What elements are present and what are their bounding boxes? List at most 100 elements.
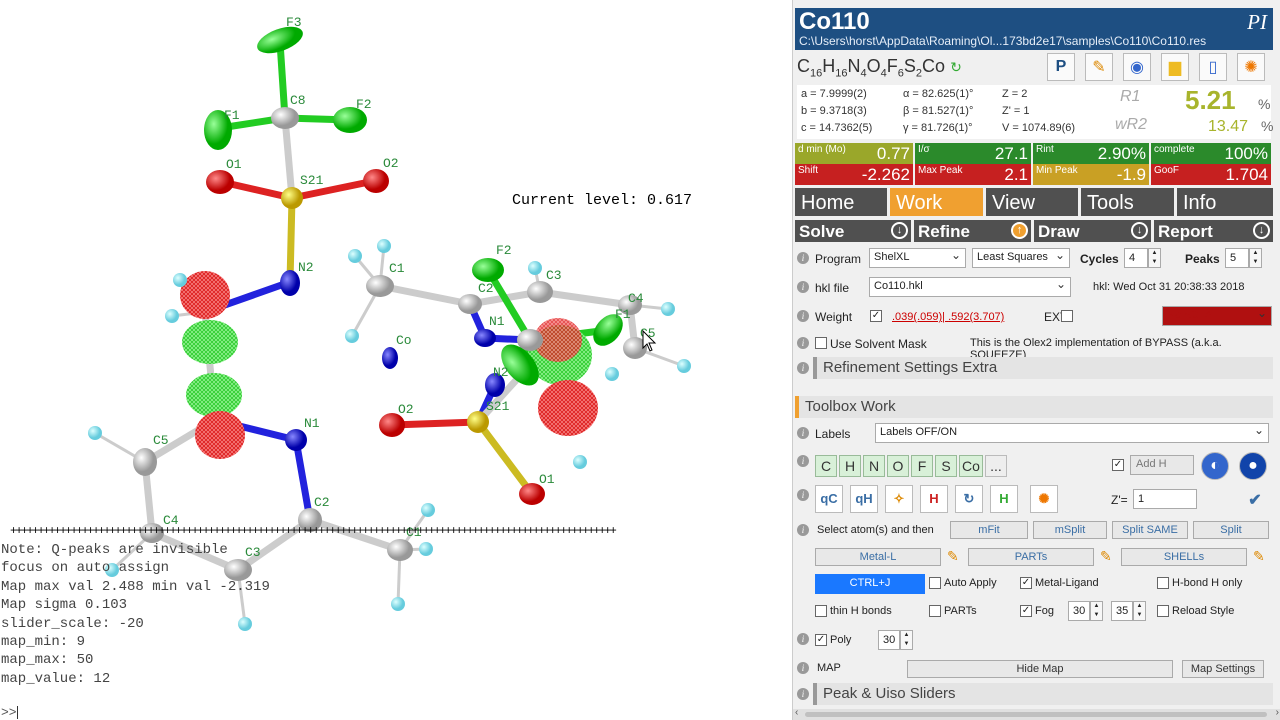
peaks-stepper[interactable]: 5 ▲ ▼ bbox=[1225, 248, 1262, 268]
settings-icon[interactable]: ✺ bbox=[1237, 53, 1265, 81]
pton-icon[interactable]: P bbox=[1047, 53, 1075, 81]
molecule-viewer[interactable]: F3 F1 C8 F2 O1 O2 S21 N2 C5 N1 C4 C3 C2 … bbox=[0, 0, 792, 720]
info-icon[interactable]: i bbox=[797, 455, 809, 467]
reload-style-checkbox[interactable] bbox=[1157, 605, 1169, 617]
info-icon[interactable]: i bbox=[797, 662, 809, 674]
tab-work[interactable]: Work bbox=[890, 188, 983, 216]
q-to-h-icon[interactable]: qH bbox=[850, 485, 878, 513]
solvent-mask-label: Use Solvent Mask bbox=[830, 337, 927, 351]
refinement-extra-header[interactable]: Refinement Settings Extra bbox=[813, 357, 1273, 379]
fog-start-stepper[interactable]: 30 ▲ ▼ bbox=[1068, 601, 1103, 621]
horizontal-scrollbar[interactable]: ‹ › bbox=[793, 707, 1280, 720]
hfix-icon[interactable]: H bbox=[990, 485, 1018, 513]
metal-ligand-checkbox[interactable]: ✓ bbox=[1020, 577, 1032, 589]
command-prompt[interactable]: >> bbox=[1, 705, 18, 720]
settings-icon[interactable]: ✺ bbox=[1030, 485, 1058, 513]
program-select[interactable]: ShelXL bbox=[869, 248, 966, 268]
poly-checkbox[interactable]: ✓ bbox=[815, 634, 827, 646]
add-h-checkbox[interactable]: ✓ bbox=[1112, 459, 1124, 471]
split-button[interactable]: Split bbox=[1193, 521, 1269, 539]
add-h-button[interactable]: Add H bbox=[1130, 455, 1194, 475]
msplit-button[interactable]: mSplit bbox=[1033, 521, 1107, 539]
tab-home[interactable]: Home bbox=[795, 188, 887, 216]
clean-icon[interactable]: ✧ bbox=[885, 485, 913, 513]
exti-checkbox[interactable] bbox=[1061, 310, 1073, 322]
info-icon[interactable]: i bbox=[797, 524, 809, 536]
info-icon[interactable]: i bbox=[797, 362, 809, 374]
subtab-refine[interactable]: Refine ↑ bbox=[914, 220, 1031, 242]
tab-info[interactable]: Info bbox=[1177, 188, 1273, 216]
q-to-c-icon[interactable]: qC bbox=[815, 485, 843, 513]
folder-icon[interactable]: ▆ bbox=[1161, 53, 1189, 81]
split-same-button[interactable]: Split SAME bbox=[1112, 521, 1188, 539]
element-button[interactable]: F bbox=[911, 455, 933, 477]
shells-button[interactable]: SHELLs bbox=[1121, 548, 1247, 566]
weight-checkbox[interactable]: ✓ bbox=[870, 310, 882, 322]
r1-value: 5.21 bbox=[1185, 85, 1236, 115]
pencil-icon[interactable]: ✎ bbox=[1100, 548, 1112, 565]
info-icon[interactable]: i bbox=[797, 310, 809, 322]
toolbox-header[interactable]: Toolbox Work bbox=[795, 396, 1273, 418]
pencil-icon[interactable]: ✎ bbox=[1253, 548, 1265, 565]
acta-select[interactable]: No ACTA bbox=[1162, 306, 1272, 326]
pencil-icon[interactable]: ✎ bbox=[1085, 53, 1113, 81]
fog-end-stepper[interactable]: 35 ▲ ▼ bbox=[1111, 601, 1146, 621]
wireframe-sphere-icon[interactable]: ◐ bbox=[1201, 452, 1229, 480]
element-button[interactable]: N bbox=[863, 455, 885, 477]
peak-uiso-sliders-header[interactable]: Peak & Uiso Sliders bbox=[813, 683, 1273, 705]
info-icon[interactable]: i bbox=[797, 427, 809, 439]
pencil-icon[interactable]: ✎ bbox=[947, 548, 959, 565]
element-button[interactable]: S bbox=[935, 455, 957, 477]
parts-button[interactable]: PARTs bbox=[968, 548, 1094, 566]
poly-stepper[interactable]: 30 ▲ ▼ bbox=[878, 630, 913, 650]
weight-values[interactable]: .039(.059)| .592(3.707) bbox=[892, 311, 1004, 323]
element-button[interactable]: Co bbox=[959, 455, 983, 477]
fog-checkbox[interactable]: ✓ bbox=[1020, 605, 1032, 617]
parts-checkbox[interactable] bbox=[929, 605, 941, 617]
thin-h-bonds-checkbox[interactable] bbox=[815, 605, 827, 617]
hide-map-button[interactable]: Hide Map bbox=[907, 660, 1173, 678]
console-line: Map max val 2.488 min val -2.319 bbox=[1, 578, 270, 595]
subtab-draw[interactable]: Draw ↓ bbox=[1034, 220, 1151, 242]
element-button[interactable]: C bbox=[815, 455, 837, 477]
metal-l-button[interactable]: Metal-L bbox=[815, 548, 941, 566]
refresh-icon[interactable]: ↻ bbox=[950, 59, 962, 75]
info-icon[interactable]: i bbox=[797, 688, 809, 700]
console-line: Map sigma 0.103 bbox=[1, 597, 128, 614]
more-elements-button[interactable]: ... bbox=[985, 455, 1007, 477]
mfit-button[interactable]: mFit bbox=[950, 521, 1028, 539]
map-settings-button[interactable]: Map Settings bbox=[1182, 660, 1264, 678]
ok-icon[interactable]: ✔ bbox=[1241, 486, 1269, 514]
info-icon[interactable]: i bbox=[797, 281, 809, 293]
file-path[interactable]: C:\Users\horst\AppData\Roaming\Ol...173b… bbox=[799, 34, 1206, 48]
h-bond-h-checkbox[interactable] bbox=[1157, 577, 1169, 589]
method-select[interactable]: Least Squares bbox=[972, 248, 1070, 268]
draw-globe-icon[interactable]: ◉ bbox=[1123, 53, 1151, 81]
sphere-icon[interactable]: ● bbox=[1239, 452, 1267, 480]
tab-tools[interactable]: Tools bbox=[1081, 188, 1174, 216]
atom-label: N1 bbox=[489, 314, 505, 329]
solvent-mask-checkbox[interactable] bbox=[815, 337, 827, 349]
zprime-input[interactable]: 1 bbox=[1133, 489, 1197, 509]
hkl-file-select[interactable]: Co110.hkl bbox=[869, 277, 1071, 297]
console-line: focus on auto assign bbox=[1, 560, 170, 577]
info-icon[interactable]: i bbox=[797, 633, 809, 645]
subtab-report[interactable]: Report ↓ bbox=[1154, 220, 1273, 242]
scrollbar-thumb[interactable] bbox=[805, 712, 1267, 717]
info-icon[interactable]: i bbox=[797, 252, 809, 264]
subtab-solve[interactable]: Solve ↓ bbox=[795, 220, 911, 242]
notepad-icon[interactable]: ▯ bbox=[1199, 53, 1227, 81]
element-button[interactable]: H bbox=[839, 455, 861, 477]
labels-select[interactable]: Labels OFF/ON bbox=[875, 423, 1269, 443]
info-icon[interactable]: i bbox=[797, 489, 809, 501]
ctrl-j-button[interactable]: CTRL+J bbox=[815, 574, 925, 594]
rotate-icon[interactable]: ↻ bbox=[955, 485, 983, 513]
info-icon[interactable]: i bbox=[797, 337, 809, 349]
stat-box: complete 100% bbox=[1151, 143, 1271, 164]
tab-view[interactable]: View bbox=[986, 188, 1078, 216]
element-button[interactable]: O bbox=[887, 455, 909, 477]
cell-beta: β = 81.527(1)° bbox=[903, 105, 974, 117]
cycles-stepper[interactable]: 4 ▲ ▼ bbox=[1124, 248, 1161, 268]
auto-apply-checkbox[interactable] bbox=[929, 577, 941, 589]
delete-h-icon[interactable]: H bbox=[920, 485, 948, 513]
